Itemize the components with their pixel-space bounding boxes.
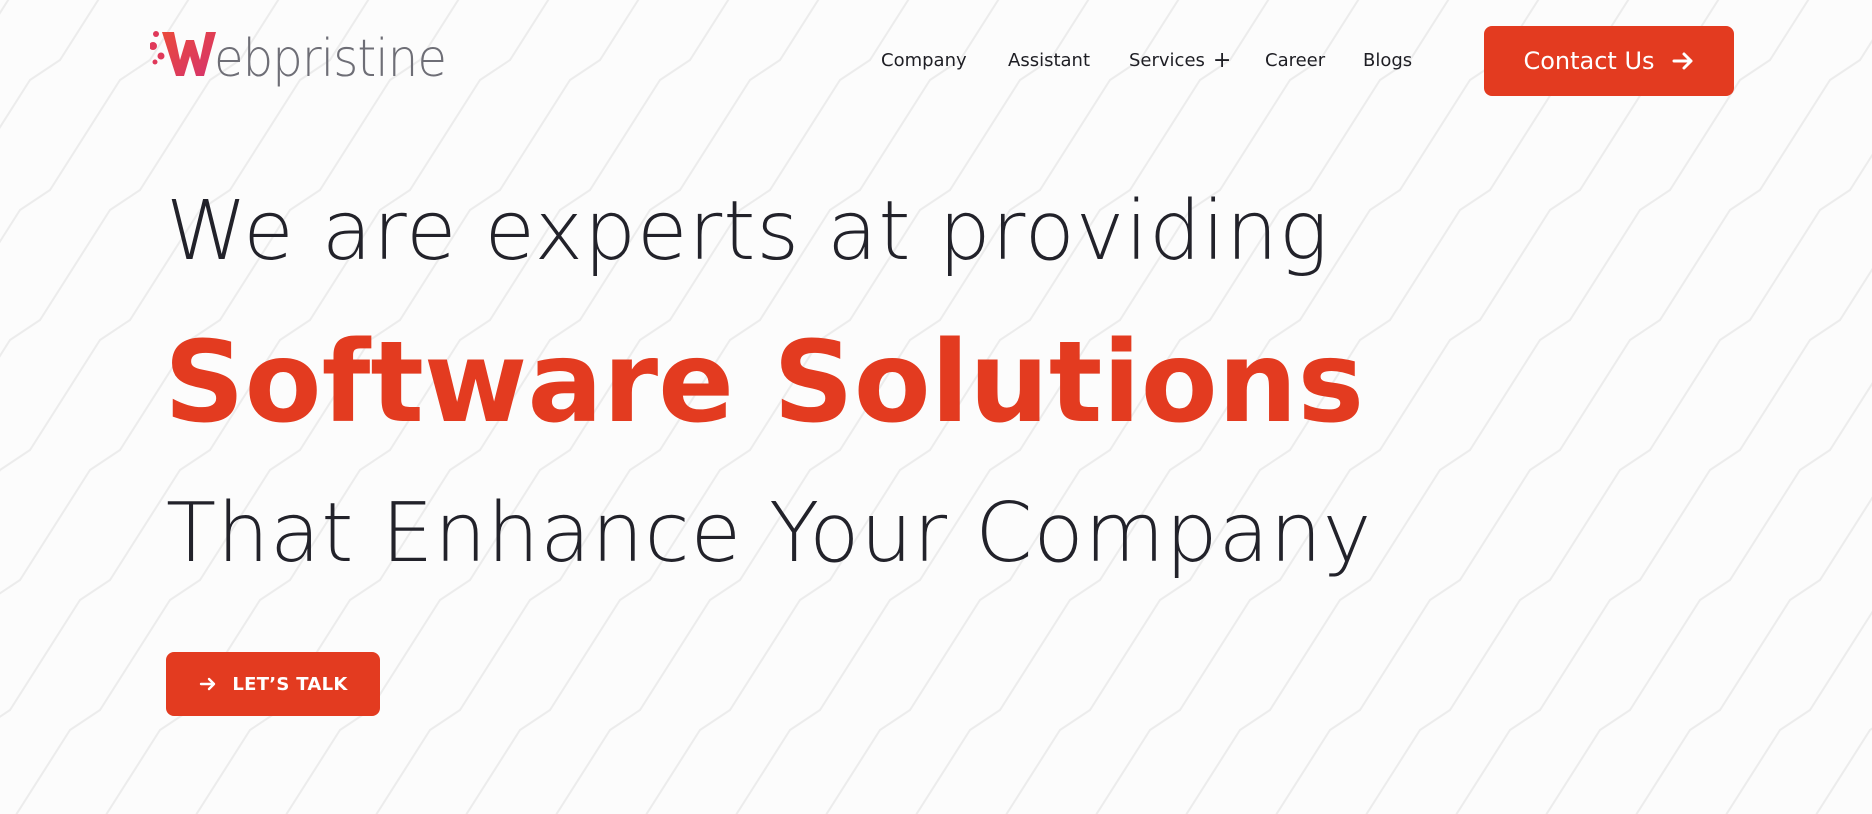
nav-item-assistant[interactable]: Assistant — [1008, 48, 1090, 74]
nav-item-label: Company — [881, 50, 967, 71]
nav-item-label: Blogs — [1363, 50, 1413, 71]
nav-item-company[interactable]: Company — [881, 48, 967, 74]
arrow-right-icon — [1672, 52, 1693, 70]
svg-text:ebpristine: ebpristine — [214, 29, 446, 89]
plus-icon[interactable]: + — [1213, 48, 1231, 74]
nav-item-career[interactable]: Career — [1265, 48, 1325, 74]
contact-us-label: Contact Us — [1523, 47, 1655, 75]
hero-heading-intro: We are experts at providing — [166, 184, 1330, 279]
nav-item-label: Career — [1265, 50, 1326, 71]
arrow-right-icon — [200, 677, 216, 691]
site-header: ebpristine Company Assistant Services + C… — [0, 0, 1872, 120]
nav-item-label: Services — [1129, 50, 1205, 71]
pattern-line — [1815, 727, 1872, 814]
logo-mark: ebpristine — [149, 29, 447, 89]
hero-heading-outro: That Enhance Your Company — [166, 486, 1373, 581]
pattern-line — [0, 0, 100, 130]
hero-heading-highlight: Software Solutions — [164, 318, 1365, 448]
nav-item-services[interactable]: Services + — [1129, 48, 1231, 74]
pattern-line — [1455, 267, 1872, 814]
pattern-line — [1365, 153, 1872, 814]
pattern-line — [1725, 610, 1872, 814]
nav-item-blogs[interactable]: Blogs — [1363, 48, 1412, 74]
contact-us-button[interactable]: Contact Us — [1484, 26, 1734, 96]
lets-talk-label: LET’S TALK — [232, 673, 348, 695]
pattern-line — [0, 0, 10, 15]
nav-item-label: Assistant — [1008, 50, 1091, 71]
pattern-line — [1635, 496, 1872, 814]
lets-talk-button[interactable]: LET’S TALK — [166, 652, 380, 716]
webpristine-logo[interactable]: ebpristine — [149, 26, 460, 92]
